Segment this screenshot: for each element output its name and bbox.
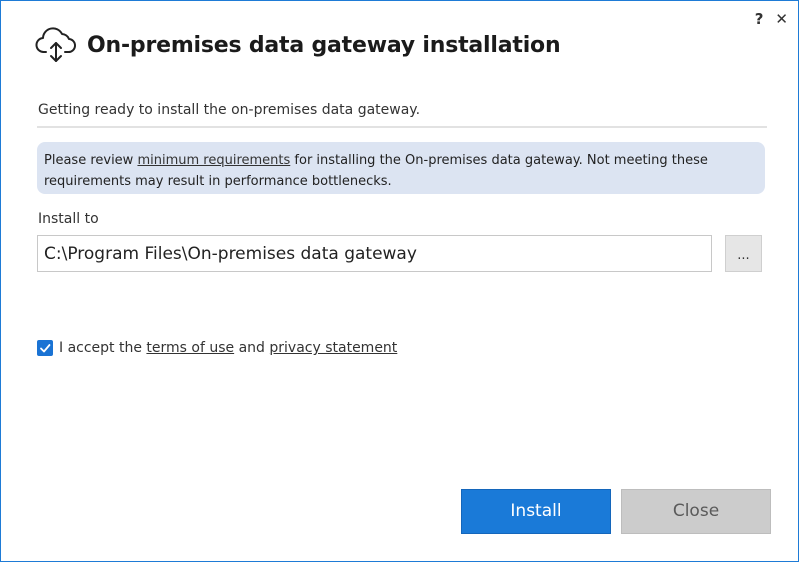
browse-button[interactable]: ... xyxy=(725,235,762,272)
notice-prefix: Please review xyxy=(44,153,138,168)
header: On-premises data gateway installation xyxy=(35,25,561,65)
accept-checkbox[interactable] xyxy=(37,340,53,356)
title-controls: ? ✕ xyxy=(755,9,788,29)
accept-middle: and xyxy=(234,340,270,356)
checkmark-icon xyxy=(40,344,51,353)
subtitle: Getting ready to install the on-premises… xyxy=(38,102,421,118)
cloud-upload-icon xyxy=(35,25,77,65)
install-button[interactable]: Install xyxy=(461,489,611,534)
accept-terms-row: I accept the terms of use and privacy st… xyxy=(37,340,397,356)
requirements-notice: Please review minimum requirements for i… xyxy=(37,142,765,194)
install-path-input[interactable] xyxy=(37,235,712,272)
privacy-statement-link[interactable]: privacy statement xyxy=(269,340,397,356)
accept-prefix: I accept the xyxy=(59,340,147,356)
installer-window: ? ✕ On-premises data gateway installatio… xyxy=(0,0,799,562)
close-icon[interactable]: ✕ xyxy=(775,9,788,29)
help-icon[interactable]: ? xyxy=(755,9,764,29)
page-title: On-premises data gateway installation xyxy=(87,32,561,58)
close-button[interactable]: Close xyxy=(621,489,771,534)
divider xyxy=(37,126,767,128)
terms-of-use-link[interactable]: terms of use xyxy=(146,340,234,356)
install-to-label: Install to xyxy=(38,211,99,227)
minimum-requirements-link[interactable]: minimum requirements xyxy=(137,153,290,168)
